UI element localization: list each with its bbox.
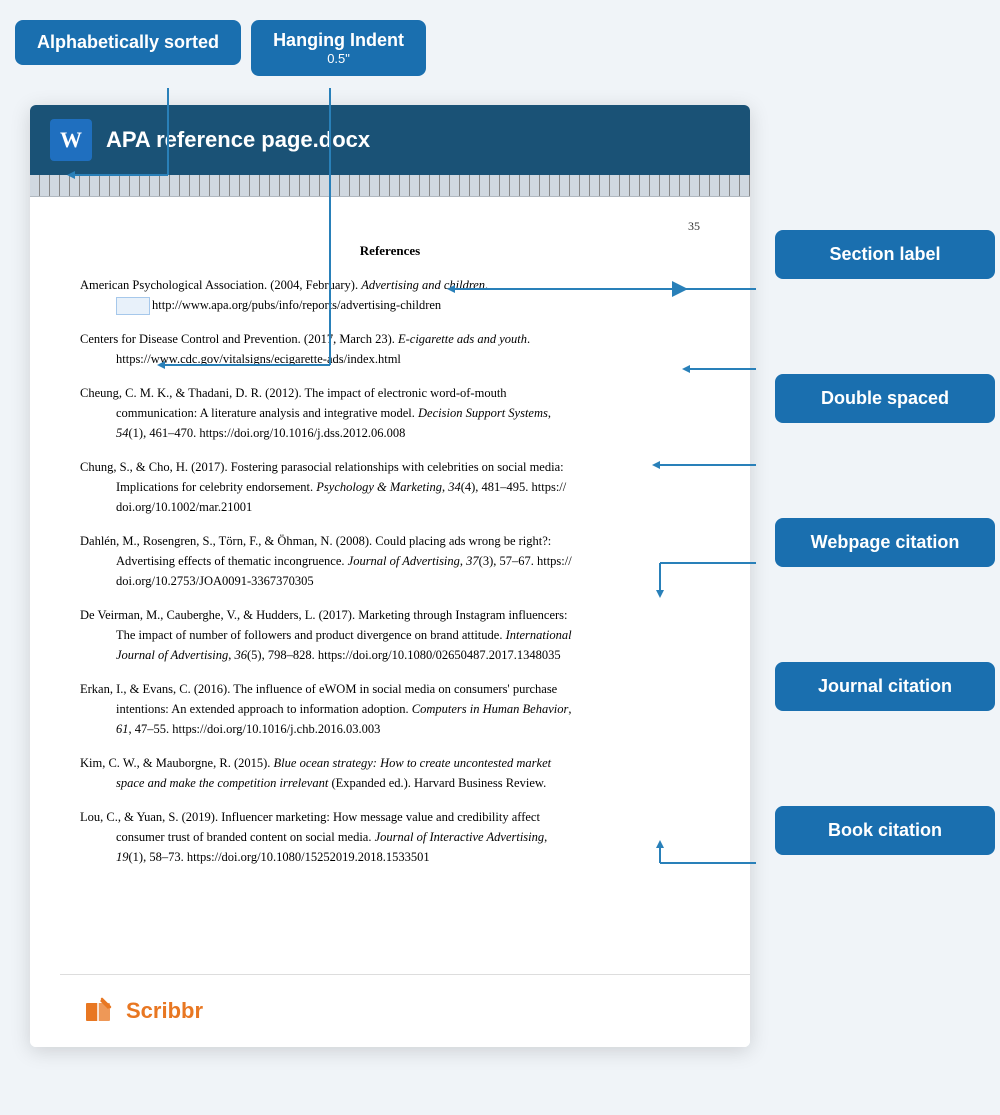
top-badges-container: Alphabetically sorted Hanging Indent 0.5… (15, 20, 426, 76)
journal-citation-badge: Journal citation (775, 662, 995, 711)
right-annotation-labels: Section label Double spaced Webpage cita… (775, 230, 995, 855)
word-icon: W (50, 119, 92, 161)
page-number: 35 (80, 217, 700, 235)
references-heading: References (80, 241, 700, 261)
ref-entry-apa: American Psychological Association. (200… (80, 275, 700, 315)
alphabetically-sorted-badge: Alphabetically sorted (15, 20, 241, 65)
scribbr-icon (80, 993, 116, 1029)
ref-entry-deveirman: De Veirman, M., Cauberghe, V., & Hudders… (80, 605, 700, 665)
document-page: 35 References American Psychological Ass… (30, 197, 750, 1047)
ref-entry-cdc: Centers for Disease Control and Preventi… (80, 329, 700, 369)
double-spaced-badge: Double spaced (775, 374, 995, 423)
scribbr-brand-text: Scribbr (126, 998, 203, 1024)
ref-entry-dahlen: Dahlén, M., Rosengren, S., Törn, F., & Ö… (80, 531, 700, 591)
section-label-badge: Section label (775, 230, 995, 279)
book-citation-badge: Book citation (775, 806, 995, 855)
hanging-indent-badge: Hanging Indent 0.5" (251, 20, 426, 76)
ref-entry-chung: Chung, S., & Cho, H. (2017). Fostering p… (80, 457, 700, 517)
document-title: APA reference page.docx (106, 127, 370, 153)
footer: Scribbr (60, 974, 750, 1047)
document-titlebar: W APA reference page.docx (30, 105, 750, 175)
ref-entry-erkan: Erkan, I., & Evans, C. (2016). The influ… (80, 679, 700, 739)
ref-entry-lou: Lou, C., & Yuan, S. (2019). Influencer m… (80, 807, 700, 867)
document-container: W APA reference page.docx 35 References … (30, 105, 750, 1047)
ruler (30, 175, 750, 197)
ref-entry-cheung: Cheung, C. M. K., & Thadani, D. R. (2012… (80, 383, 700, 443)
webpage-citation-badge: Webpage citation (775, 518, 995, 567)
ref-entry-kim: Kim, C. W., & Mauborgne, R. (2015). Blue… (80, 753, 700, 793)
